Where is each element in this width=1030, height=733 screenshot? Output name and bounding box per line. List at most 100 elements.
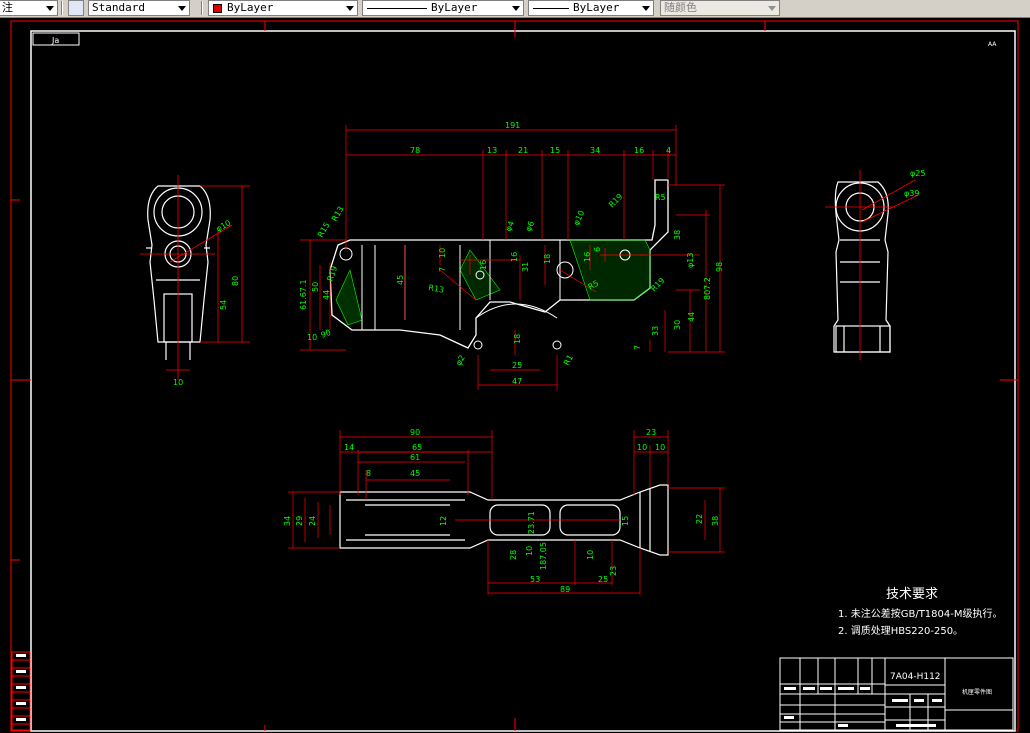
dim-label: 10 [525,546,534,556]
dim-label: 15 [621,516,630,526]
dim-label: 65 [412,443,422,452]
dim-label: 53 [530,575,540,584]
toolbar-separator [61,1,63,15]
corner-label: Ja [51,36,59,45]
left-revision-strip [11,651,31,731]
drawing-title: 机匣零件图 [962,688,992,696]
dim-label: 7 [633,345,642,350]
lineweight-dropdown[interactable]: ByLayer [528,0,654,16]
drawing-number: 7A04-H112 [890,672,941,682]
dim-label: 61 [410,453,420,462]
dim-label: 10 [173,378,183,387]
right-side-view [833,181,891,353]
dim-label: φ4 [504,220,517,233]
dim-label: 28 [509,550,518,560]
dim-label: 16 [510,252,519,262]
dim-label: 78 [410,146,420,155]
dim-label: 18 [543,254,552,264]
tech-req-title: 技术要求 [886,587,938,602]
chevron-down-icon[interactable] [768,6,776,11]
linetype-value: ByLayer [431,1,478,14]
dim-label: R5 [655,193,666,202]
dim-label: 45 [396,275,405,285]
dim-label: 34 [590,146,600,155]
tech-req-item: 2. 调质处理HBS220-250。 [838,625,963,637]
dim-label: 7 [438,267,447,272]
chevron-down-icon[interactable] [46,6,54,11]
dim-label: 90 [410,428,420,437]
text-style-dropdown[interactable]: Standard [88,0,190,16]
chevron-down-icon[interactable] [178,6,186,11]
linetype-dropdown[interactable]: ByLayer [362,0,524,16]
dim-label: 38 [673,230,682,240]
dim-label: R19 [649,276,667,294]
dim-label: 6 [593,247,602,252]
properties-toolbar: 注 Standard ByLayer ByLayer ByLayer 随颜色 [0,0,1030,18]
dim-label: 21 [518,146,528,155]
dim-label: 34 [283,516,292,526]
chevron-down-icon[interactable] [346,6,354,11]
lineweight-value: ByLayer [573,1,620,14]
drawing-canvas[interactable]: Ja AA 80 54 φ10 10 φ25 φ39 191 78 13 21 … [0,18,1030,733]
dim-label: 45 [410,469,420,478]
dim-label: 22 [695,514,704,524]
dim-label: φ6 [524,220,537,233]
annotation-style-dropdown[interactable]: 注 [0,0,58,16]
lineweight-sample-icon [533,8,569,9]
color-value: ByLayer [227,1,274,14]
dim-label: 89 [560,585,570,594]
dim-label: 16 [479,260,488,270]
text-style-value: Standard [92,1,145,14]
dim-label: φ25 [910,169,925,178]
chevron-down-icon[interactable] [512,6,520,11]
dim-label: 54 [219,300,228,310]
plot-style-dropdown[interactable]: 随颜色 [660,0,780,16]
front-view-dim-labels: 191 78 13 21 15 34 16 4 R19 R5 φ4 φ6 φ10… [299,121,724,386]
dim-label: 10 [637,443,647,452]
dim-label: 23 [646,428,656,437]
dim-label: φ10 [572,209,587,227]
dim-label: 24 [308,516,317,526]
dim-label: R1 [562,353,575,367]
color-swatch-icon [213,4,222,13]
dim-label: 13 [487,146,497,155]
tech-req-item: 1. 未注公差按GB/T1804-M级执行。 [838,607,1003,620]
dim-label: 10 [586,550,595,560]
chevron-down-icon[interactable] [642,6,650,11]
dim-label: φ13 [686,253,695,268]
top-right-mark: AA [988,41,997,48]
dim-label: R19 [325,265,339,283]
annotation-style-value: 注 [2,1,13,14]
dim-label: R19 [607,192,625,210]
text-style-icon[interactable] [68,0,84,16]
dim-label: 18 [513,334,522,344]
dim-label: 98 [715,262,724,272]
dim-label: 23 [609,566,618,576]
color-dropdown[interactable]: ByLayer [208,0,358,16]
top-view-dimensions [288,430,725,595]
dim-label: 15 [550,146,560,155]
dim-label: R15 [316,221,332,239]
technical-requirements: 技术要求 1. 未注公差按GB/T1804-M级执行。 2. 调质处理HBS22… [838,587,1003,637]
dim-label: 23.71 [527,511,536,534]
plot-style-value: 随颜色 [664,1,697,14]
dim-label: 16 [634,146,644,155]
dim-label: 14 [344,443,354,452]
right-view-dim-labels: φ25 φ39 [904,169,925,198]
dim-label: 25 [512,361,522,370]
dim-label: 25 [598,575,608,584]
dim-label: 44 [322,290,331,300]
dim-label: 90 [320,328,333,340]
dim-label: 10 [307,333,317,342]
dim-label: φ10 [215,218,233,234]
dim-label: 191 [505,121,520,130]
dim-label: 50 [311,282,320,292]
dim-label: 187.05 [539,542,548,570]
dim-label: 10 [655,443,665,452]
dim-label: R13 [428,283,445,295]
dim-label: 4 [666,146,671,155]
linetype-sample-icon [367,8,427,9]
dim-label: 10 [438,248,447,258]
dim-label: 29 [295,516,304,526]
dim-label: 38 [711,516,720,526]
